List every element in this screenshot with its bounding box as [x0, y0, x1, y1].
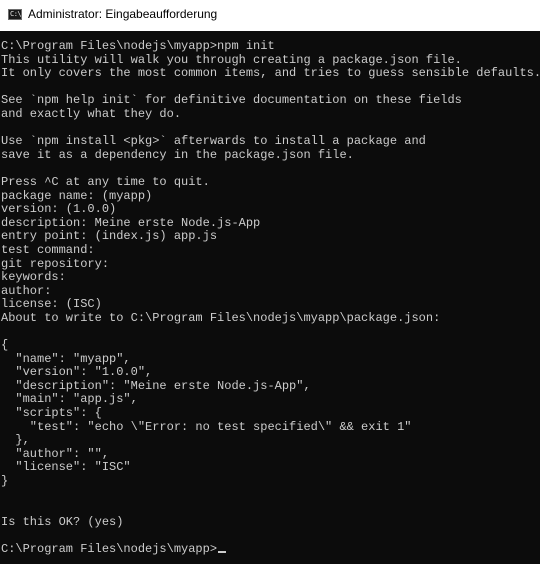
console-line: package name: (myapp): [1, 188, 540, 204]
console-line: save it as a dependency in the package.j…: [1, 147, 540, 163]
console-line: description: Meine erste Node.js-App: [1, 215, 540, 231]
text-cursor: [218, 550, 227, 553]
console-line: It only covers the most common items, an…: [1, 66, 540, 81]
console-line: About to write to C:\Program Files\nodej…: [1, 310, 540, 326]
console-line: test command:: [1, 242, 540, 258]
console-line-text: Press ^C at any time to quit.: [1, 174, 210, 189]
console-line-text: "name": "myapp",: [1, 351, 131, 366]
title-bar[interactable]: C:\ Administrator: Eingabeaufforderung: [0, 0, 540, 31]
console-line: Press ^C at any time to quit.: [1, 174, 540, 190]
cmd-console-icon-glyph: C:\: [10, 10, 22, 18]
console-line-text: version: (1.0.0): [1, 202, 117, 217]
console-line-text: Use `npm install <pkg>` afterwards to in…: [1, 134, 426, 149]
console-line-text: git repository:: [1, 256, 110, 271]
console-line-text: },: [1, 433, 30, 448]
console-line-text: It only covers the most common items, an…: [1, 66, 540, 81]
window-title: Administrator: Eingabeaufforderung: [28, 7, 218, 21]
console-line-text: C:\Program Files\nodejs\myapp>npm init: [1, 39, 275, 53]
console-line-text: "test": "echo \"Error: no test specified…: [1, 419, 412, 434]
console-line-text: package name: (myapp): [1, 188, 153, 203]
console-line-text: "license": "ISC": [1, 460, 131, 475]
console-line: "scripts": {: [1, 406, 540, 421]
console-line: }: [1, 474, 540, 489]
console-line: keywords:: [1, 270, 540, 285]
console-line: version: (1.0.0): [1, 202, 540, 217]
console-line-text: "author": "",: [1, 446, 110, 461]
console-line: "description": "Meine erste Node.js-App"…: [1, 378, 540, 394]
console-line-text: See `npm help init` for definitive docum…: [1, 93, 462, 108]
console-line: },: [1, 433, 540, 448]
console-line-text: keywords:: [1, 270, 66, 285]
console-line-text: save it as a dependency in the package.j…: [1, 147, 354, 162]
cmd-console-icon[interactable]: C:\: [8, 9, 22, 20]
console-line: "test": "echo \"Error: no test specified…: [1, 419, 540, 435]
console-line: This utility will walk you through creat…: [1, 52, 540, 68]
console-output[interactable]: C:\Program Files\nodejs\myapp>npm init Th…: [0, 31, 540, 564]
console-line-text: Is this OK? (yes): [1, 514, 124, 529]
console-line-text: "scripts": {: [1, 406, 102, 421]
console-line: "version": "1.0.0",: [1, 365, 540, 380]
console-line: and exactly what they do.: [1, 106, 540, 122]
console-line-text: author:: [1, 283, 52, 298]
console-line: "name": "myapp",: [1, 351, 540, 367]
prompt-text: C:\Program Files\nodejs\myapp>: [1, 541, 218, 556]
console-line-text: }: [1, 474, 9, 488]
console-line: C:\Program Files\nodejs\myapp>npm init: [1, 39, 540, 54]
console-line-text: "main": "app.js",: [1, 392, 138, 407]
console-line: Use `npm install <pkg>` afterwards to in…: [1, 134, 540, 149]
console-line: entry point: (index.js) app.js: [1, 230, 540, 244]
console-line-text: entry point: (index.js) app.js: [1, 229, 218, 244]
console-line-text: {: [1, 338, 9, 353]
command-prompt-window: C:\ Administrator: Eingabeaufforderung C…: [0, 0, 540, 564]
console-line: Is this OK? (yes): [1, 514, 540, 530]
console-line: "main": "app.js",: [1, 393, 540, 407]
console-line-text: test command:: [1, 242, 95, 257]
console-line-text: About to write to C:\Program Files\nodej…: [1, 310, 441, 325]
console-line-text: license: (ISC): [1, 297, 102, 312]
console-line-text: "description": "Meine erste Node.js-App"…: [1, 378, 311, 393]
console-line: "license": "ISC": [1, 461, 540, 475]
console-line: "author": "",: [1, 446, 540, 462]
console-line: git repository:: [1, 256, 540, 272]
console-line: See `npm help init` for definitive docum…: [1, 94, 540, 108]
console-line: author:: [1, 283, 540, 299]
command-prompt-line[interactable]: C:\Program Files\nodejs\myapp>: [1, 541, 540, 557]
console-line: license: (ISC): [1, 297, 540, 312]
console-line-text: description: Meine erste Node.js-App: [1, 215, 261, 230]
console-line-text: "version": "1.0.0",: [1, 365, 153, 380]
console-line-text: This utility will walk you through creat…: [1, 52, 462, 67]
console-line-text: and exactly what they do.: [1, 106, 182, 121]
console-line: {: [1, 338, 540, 353]
